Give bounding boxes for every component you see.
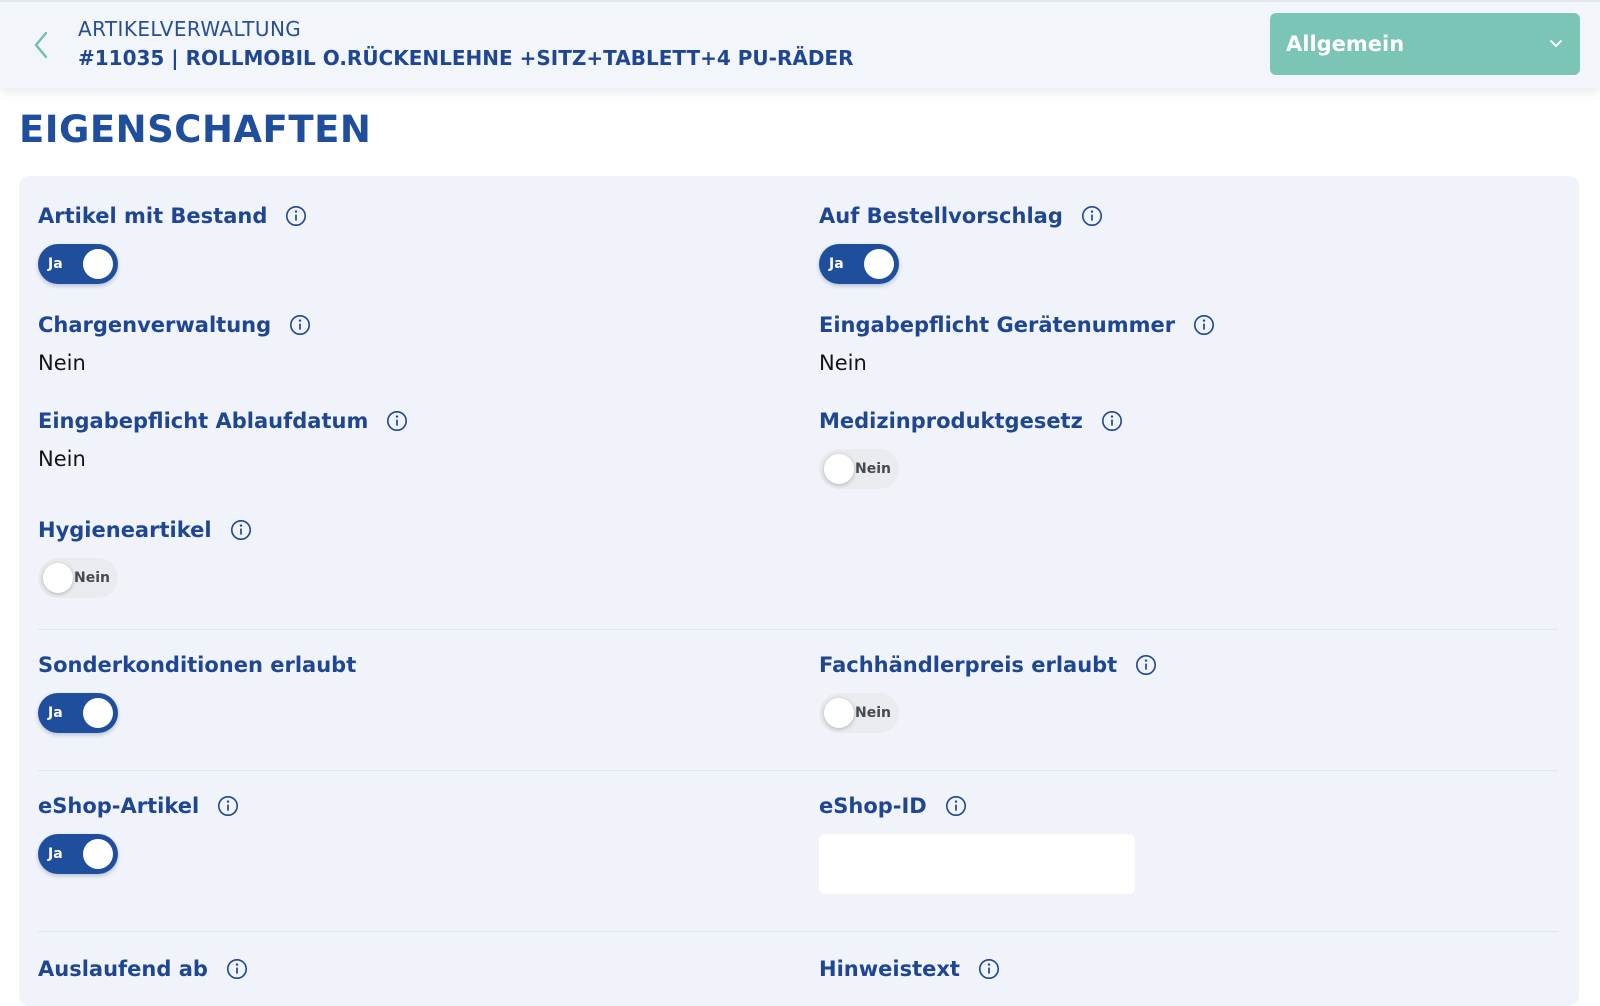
toggle-state-label: Nein <box>855 705 891 721</box>
medizinproduktgesetz-toggle[interactable]: Nein <box>819 449 899 489</box>
field-label: eShop-ID <box>819 794 927 818</box>
eshop-id-input[interactable] <box>819 834 1135 894</box>
toggle-state-label: Nein <box>74 570 110 586</box>
eingabepflicht-geraetenummer-value: Nein <box>819 351 867 375</box>
toggle-knob <box>83 839 113 869</box>
header-titles: ARTIKELVERWALTUNG #11035 | ROLLMOBIL O.R… <box>78 16 854 73</box>
toggle-state-label: Nein <box>855 461 891 477</box>
toggle-state-label: Ja <box>829 256 844 272</box>
toggle-knob <box>824 454 854 484</box>
section-divider <box>38 629 1558 630</box>
back-button[interactable] <box>22 26 60 64</box>
info-icon[interactable] <box>978 958 1000 980</box>
section-divider <box>38 770 1558 771</box>
top-header: ARTIKELVERWALTUNG #11035 | ROLLMOBIL O.R… <box>0 0 1600 88</box>
auf-bestellvorschlag-toggle[interactable]: Ja <box>819 244 899 284</box>
field-label: eShop-Artikel <box>38 794 200 818</box>
artikel-mit-bestand-toggle[interactable]: Ja <box>38 244 118 284</box>
info-icon[interactable] <box>386 410 408 432</box>
field-label: Hygieneartikel <box>38 518 212 542</box>
field-hinweistext: Hinweistext <box>819 955 1000 983</box>
toggle-knob <box>824 698 854 728</box>
field-medizinproduktgesetz: Medizinproduktgesetz Nein <box>819 407 1123 489</box>
page-title: EIGENSCHAFTEN <box>19 108 372 151</box>
field-eshop-artikel: eShop-Artikel Ja <box>38 792 239 874</box>
field-label: Eingabepflicht Gerätenummer <box>819 313 1176 337</box>
fachhaendlerpreis-erlaubt-toggle[interactable]: Nein <box>819 693 899 733</box>
field-label: Chargenverwaltung <box>38 313 272 337</box>
field-label: Hinweistext <box>819 957 960 981</box>
eingabepflicht-ablaufdatum-value: Nein <box>38 447 86 471</box>
toggle-state-label: Ja <box>48 256 63 272</box>
eshop-artikel-toggle[interactable]: Ja <box>38 834 118 874</box>
field-auslaufend-ab: Auslaufend ab <box>38 955 248 983</box>
field-label: Artikel mit Bestand <box>38 204 268 228</box>
field-label: Fachhändlerpreis erlaubt <box>819 653 1118 677</box>
header-super-title: ARTIKELVERWALTUNG <box>78 17 302 41</box>
toggle-state-label: Ja <box>48 705 63 721</box>
field-label: Auslaufend ab <box>38 957 208 981</box>
info-icon[interactable] <box>1081 205 1103 227</box>
field-chargenverwaltung: Chargenverwaltung Nein <box>38 311 311 377</box>
info-icon[interactable] <box>285 205 307 227</box>
info-icon[interactable] <box>1193 314 1215 336</box>
chevron-down-icon <box>1550 40 1562 47</box>
toggle-knob <box>83 249 113 279</box>
field-eingabepflicht-ablaufdatum: Eingabepflicht Ablaufdatum Nein <box>38 407 408 473</box>
header-article-title: #11035 | ROLLMOBIL O.RÜCKENLEHNE +SITZ+T… <box>78 46 854 70</box>
info-icon[interactable] <box>217 795 239 817</box>
field-label: Sonderkonditionen erlaubt <box>38 653 357 677</box>
info-icon[interactable] <box>1135 654 1157 676</box>
chevron-left-icon <box>34 31 48 59</box>
hygieneartikel-toggle[interactable]: Nein <box>38 558 118 598</box>
info-icon[interactable] <box>1101 410 1123 432</box>
field-artikel-mit-bestand: Artikel mit Bestand Ja <box>38 202 307 284</box>
info-icon[interactable] <box>230 519 252 541</box>
field-label: Auf Bestellvorschlag <box>819 204 1063 228</box>
field-label: Eingabepflicht Ablaufdatum <box>38 409 369 433</box>
toggle-knob <box>43 563 73 593</box>
toggle-knob <box>83 698 113 728</box>
section-select-value: Allgemein <box>1286 32 1405 56</box>
field-eshop-id: eShop-ID <box>819 792 1135 894</box>
section-select[interactable]: Allgemein <box>1270 13 1580 75</box>
info-icon[interactable] <box>289 314 311 336</box>
section-divider <box>38 931 1558 932</box>
toggle-state-label: Ja <box>48 846 63 862</box>
field-fachhaendlerpreis-erlaubt: Fachhändlerpreis erlaubt Nein <box>819 651 1157 733</box>
field-hygieneartikel: Hygieneartikel Nein <box>38 516 252 598</box>
properties-panel: Artikel mit Bestand Ja Auf Bestellvorsch… <box>19 176 1579 1006</box>
field-auf-bestellvorschlag: Auf Bestellvorschlag Ja <box>819 202 1103 284</box>
field-sonderkonditionen-erlaubt: Sonderkonditionen erlaubt Ja <box>38 651 356 733</box>
sonderkonditionen-erlaubt-toggle[interactable]: Ja <box>38 693 118 733</box>
field-eingabepflicht-geraetenummer: Eingabepflicht Gerätenummer Nein <box>819 311 1215 377</box>
info-icon[interactable] <box>226 958 248 980</box>
chargenverwaltung-value: Nein <box>38 351 86 375</box>
toggle-knob <box>864 249 894 279</box>
info-icon[interactable] <box>945 795 967 817</box>
field-label: Medizinproduktgesetz <box>819 409 1083 433</box>
